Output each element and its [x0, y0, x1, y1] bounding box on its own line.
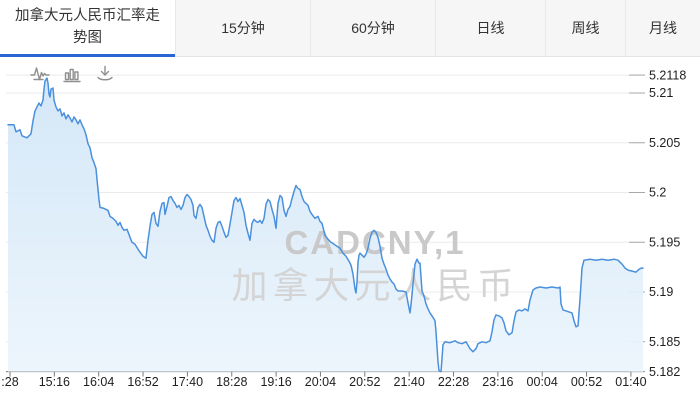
line-chart-icon[interactable]: [30, 65, 50, 83]
tab-weekly[interactable]: 周线: [545, 0, 625, 56]
y-axis-label: 5.195: [649, 235, 680, 249]
forex-chart-page: 加拿大元人民币汇率走势图 15分钟 60分钟 日线 周线 月线 CADCNY,1…: [0, 0, 700, 407]
watermark-name: 加拿大元人民币: [231, 266, 518, 307]
y-axis-label: 5.21: [649, 86, 673, 100]
tab-monthly[interactable]: 月线: [625, 0, 700, 56]
tab-daily[interactable]: 日线: [435, 0, 545, 56]
x-axis-label: 15:16: [39, 375, 70, 389]
chart-toolbar: [30, 65, 116, 83]
tab-trend-chart[interactable]: 加拿大元人民币汇率走势图: [0, 0, 175, 57]
price-area-chart[interactable]: CADCNY,1 加拿大元人民币 :28 15:16 16:04 16:52 17:40 18…: [0, 57, 700, 407]
y-axis-label: 5.19: [649, 285, 673, 299]
x-axis-label: 19:16: [260, 375, 291, 389]
y-axis-label: 5.185: [649, 335, 680, 349]
y-axis-label: 5.2: [649, 186, 666, 200]
bar-chart-icon[interactable]: [63, 65, 83, 83]
x-axis-label: 20:04: [305, 375, 336, 389]
period-tabbar: 加拿大元人民币汇率走势图 15分钟 60分钟 日线 周线 月线: [0, 0, 700, 57]
x-axis-label: 20:52: [349, 375, 380, 389]
x-axis-label: 22:28: [438, 375, 469, 389]
chart-area: CADCNY,1 加拿大元人民币 :28 15:16 16:04 16:52 17:40 18…: [0, 57, 700, 407]
x-axis-label: 16:52: [127, 375, 158, 389]
x-axis-label: 18:28: [216, 375, 247, 389]
x-axis-label: 00:52: [571, 375, 602, 389]
x-axis-label: 23:16: [482, 375, 513, 389]
tab-trend-chart-label: 加拿大元人民币汇率走势图: [15, 8, 160, 46]
x-axis-label: 17:40: [172, 375, 203, 389]
y-axis-label: 5.2118: [649, 68, 686, 82]
x-axis-label: 21:40: [394, 375, 425, 389]
watermark-symbol: CADCNY,1: [284, 224, 465, 261]
tab-15min[interactable]: 15分钟: [175, 0, 310, 56]
x-axis-label: :28: [1, 375, 18, 389]
x-axis-label: 00:04: [527, 375, 558, 389]
download-icon[interactable]: [96, 65, 116, 83]
x-axis-label: 01:40: [615, 375, 646, 389]
y-axis-label: 5.205: [649, 136, 680, 150]
tab-60min[interactable]: 60分钟: [310, 0, 435, 56]
x-axis-label: 16:04: [83, 375, 114, 389]
y-axis-label: 5.182: [649, 365, 680, 379]
